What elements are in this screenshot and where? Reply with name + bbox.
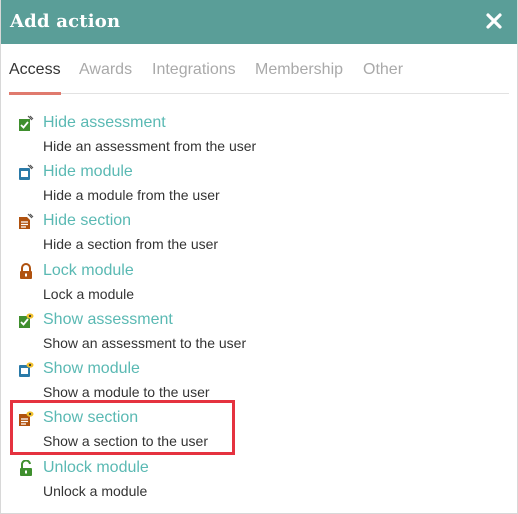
close-icon[interactable]	[485, 12, 503, 30]
dialog-header: Add action	[1, 0, 517, 44]
action-name[interactable]: Hide module	[43, 163, 133, 181]
tab-other[interactable]: Other	[363, 61, 403, 79]
tab-integrations[interactable]: Integrations	[152, 61, 236, 79]
tab-bar: Access Awards Integrations Membership Ot…	[9, 59, 509, 95]
action-name[interactable]: Lock module	[43, 262, 134, 280]
action-description: Hide a section from the user	[43, 236, 219, 252]
hide-module-icon	[19, 164, 34, 180]
action-description: Unlock a module	[43, 483, 148, 499]
show-assessment-icon	[19, 313, 34, 328]
action-name[interactable]: Unlock module	[43, 459, 149, 477]
active-tab-indicator	[9, 92, 61, 95]
action-name[interactable]: Show assessment	[43, 311, 173, 329]
action-name[interactable]: Show module	[43, 360, 140, 378]
lock-icon	[20, 263, 32, 279]
action-description: Hide a module from the user	[43, 187, 220, 203]
selection-highlight-box	[10, 400, 235, 455]
hide-section-icon	[19, 213, 34, 229]
hide-assessment-icon	[19, 115, 34, 131]
dialog-title: Add action	[10, 11, 121, 32]
action-name[interactable]: Hide assessment	[43, 114, 166, 132]
show-module-icon	[19, 362, 34, 377]
action-description: Hide an assessment from the user	[43, 138, 257, 154]
tab-access[interactable]: Access	[9, 61, 61, 79]
action-description: Lock a module	[43, 286, 135, 302]
unlock-icon	[20, 460, 32, 476]
tab-awards[interactable]: Awards	[79, 61, 132, 79]
action-description: Show an assessment to the user	[43, 335, 247, 351]
action-name[interactable]: Hide section	[43, 212, 131, 230]
tab-membership[interactable]: Membership	[255, 61, 343, 79]
action-description: Show a module to the user	[43, 384, 210, 400]
add-action-dialog: Add action Access Awards Integrations Me…	[0, 0, 518, 514]
